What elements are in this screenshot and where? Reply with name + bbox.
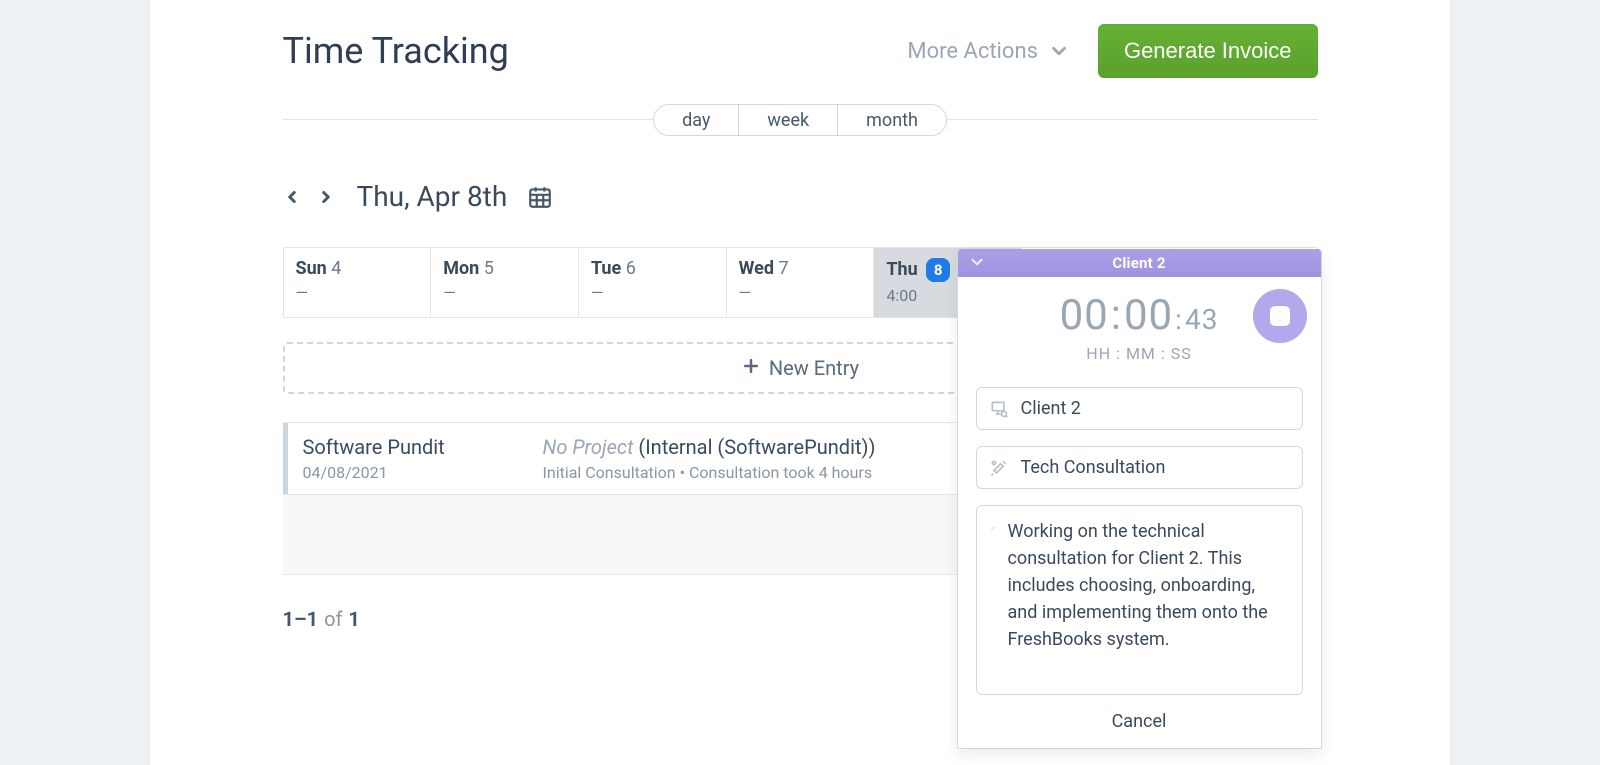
client-icon xyxy=(989,399,1009,419)
timer-panel-header[interactable]: Client 2 xyxy=(958,249,1321,277)
entry-project: No Project (Internal (SoftwarePundit)) xyxy=(543,435,876,459)
day-value: — xyxy=(443,283,566,302)
page-title: Time Tracking xyxy=(283,30,509,72)
calendar-icon[interactable] xyxy=(527,184,553,210)
entry-client: Software Pundit 04/08/2021 xyxy=(303,435,503,482)
timer-cancel-button[interactable]: Cancel xyxy=(976,695,1303,742)
pencil-icon xyxy=(991,518,996,538)
tab-week[interactable]: week xyxy=(739,105,838,135)
plus-icon xyxy=(741,356,761,381)
current-date-label: Thu, Apr 8th xyxy=(357,180,508,213)
view-tabs: day week month xyxy=(653,104,947,136)
next-day-button[interactable] xyxy=(317,185,335,209)
tab-month[interactable]: month xyxy=(838,105,946,135)
timer-service-field[interactable]: Tech Consultation xyxy=(976,446,1303,489)
timer-display-row: 00:00:43 xyxy=(976,291,1303,340)
day-value: — xyxy=(296,283,419,302)
day-cell-wed[interactable]: Wed 7 — xyxy=(727,248,875,317)
day-label: Tue 6 xyxy=(591,258,714,279)
day-cell-tue[interactable]: Tue 6 — xyxy=(579,248,727,317)
generate-invoice-button[interactable]: Generate Invoice xyxy=(1098,24,1318,78)
view-switcher: day week month xyxy=(283,104,1318,134)
timer-units-label: HH : MM : SS xyxy=(976,344,1303,363)
day-value: — xyxy=(739,283,862,302)
timer-panel: Client 2 00:00:43 HH : MM : SS Client 2 xyxy=(957,249,1322,749)
content: Time Tracking More Actions Generate Invo… xyxy=(283,24,1318,631)
day-badge: 8 xyxy=(926,258,950,282)
timer-body: 00:00:43 HH : MM : SS Client 2 Tech Cons… xyxy=(958,277,1321,748)
tools-icon xyxy=(989,458,1009,478)
day-label: Mon 5 xyxy=(443,258,566,279)
day-label: Wed 7 xyxy=(739,258,862,279)
new-entry-label: New Entry xyxy=(769,356,859,380)
entry-client-name: Software Pundit xyxy=(303,435,503,459)
day-cell-mon[interactable]: Mon 5 — xyxy=(431,248,579,317)
header: Time Tracking More Actions Generate Invo… xyxy=(283,24,1318,78)
more-actions-label: More Actions xyxy=(907,39,1038,64)
entry-date: 04/08/2021 xyxy=(303,463,503,482)
header-actions: More Actions Generate Invoice xyxy=(907,24,1317,78)
timer-service-value: Tech Consultation xyxy=(1021,457,1166,478)
stop-icon xyxy=(1270,306,1290,326)
timer-client-value: Client 2 xyxy=(1021,398,1081,419)
timer-client-field[interactable]: Client 2 xyxy=(976,387,1303,430)
timer-elapsed: 00:00:43 xyxy=(1060,291,1219,340)
tab-day[interactable]: day xyxy=(654,105,739,135)
entry-details: No Project (Internal (SoftwarePundit)) I… xyxy=(543,435,876,482)
day-label: Sun 4 xyxy=(296,258,419,279)
day-cell-sun[interactable]: Sun 4 — xyxy=(284,248,432,317)
timer-title: Client 2 xyxy=(958,254,1321,272)
chevron-down-icon xyxy=(1048,40,1070,62)
app-card: Time Tracking More Actions Generate Invo… xyxy=(150,0,1450,765)
date-navigation: Thu, Apr 8th xyxy=(283,180,1318,213)
chevron-down-icon xyxy=(968,253,986,275)
timer-notes-field[interactable]: Working on the technical consultation fo… xyxy=(976,505,1303,695)
timer-notes-text: Working on the technical consultation fo… xyxy=(1008,518,1288,682)
more-actions-dropdown[interactable]: More Actions xyxy=(907,39,1070,64)
day-value: — xyxy=(591,283,714,302)
entry-description: Initial Consultation • Consultation took… xyxy=(543,463,876,482)
stop-timer-button[interactable] xyxy=(1253,289,1307,343)
prev-day-button[interactable] xyxy=(283,185,301,209)
